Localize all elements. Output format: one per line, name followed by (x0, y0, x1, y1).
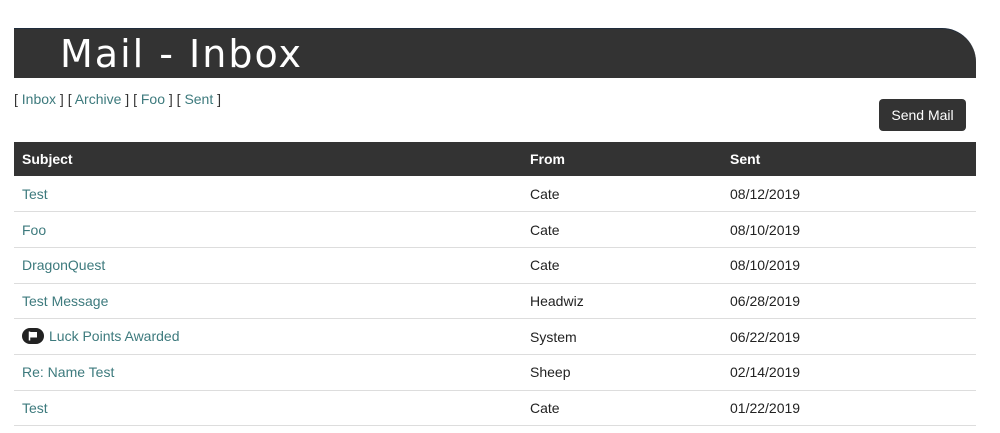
sent-cell: 01/22/2019 (722, 390, 976, 427)
send-mail-button[interactable]: Send Mail (879, 99, 966, 131)
folder-link-inbox[interactable]: Inbox (22, 91, 56, 107)
subject-cell: Test (14, 176, 522, 213)
subject-link[interactable]: Test (22, 400, 48, 416)
subject-link[interactable]: Test (22, 186, 48, 202)
column-header-sent: Sent (722, 142, 976, 176)
table-row[interactable]: Test Cate 01/22/2019 (14, 390, 976, 427)
from-cell: Cate (522, 176, 722, 213)
column-header-subject: Subject (14, 142, 522, 176)
folder-link-archive[interactable]: Archive (75, 91, 122, 107)
table-row[interactable]: Re: Name Test Sheep 02/14/2019 (14, 354, 976, 391)
sent-cell: 08/12/2019 (722, 176, 976, 213)
table-row[interactable]: Luck Points Awarded System 06/22/2019 (14, 318, 976, 355)
subject-link[interactable]: Test Message (22, 293, 108, 309)
subject-cell: DragonQuest (14, 247, 522, 284)
table-row[interactable]: Test Message Headwiz 06/28/2019 (14, 283, 976, 320)
flag-icon (22, 328, 44, 345)
folder-link-sent[interactable]: Sent (184, 91, 213, 107)
subject-link[interactable]: Re: Name Test (22, 364, 114, 380)
subject-cell: Foo (14, 211, 522, 248)
folder-nav: [ Inbox ] [ Archive ] [ Foo ] [ Sent ] (14, 91, 222, 107)
folder-link-foo[interactable]: Foo (141, 91, 165, 107)
table-row[interactable]: Foo Cate 08/10/2019 (14, 211, 976, 248)
column-header-from: From (522, 142, 722, 176)
subject-cell: Test (14, 390, 522, 427)
subject-link[interactable]: Luck Points Awarded (49, 328, 180, 344)
sent-cell: 02/14/2019 (722, 354, 976, 391)
sent-cell: 06/22/2019 (722, 318, 976, 355)
table-row[interactable]: DragonQuest Cate 08/10/2019 (14, 247, 976, 284)
subject-link[interactable]: Foo (22, 222, 46, 238)
from-cell: Headwiz (522, 283, 722, 320)
sent-cell: 06/28/2019 (722, 283, 976, 320)
page-header: Mail - Inbox (14, 28, 976, 78)
from-cell: System (522, 318, 722, 355)
subject-link[interactable]: DragonQuest (22, 257, 105, 273)
subject-cell: Luck Points Awarded (14, 318, 522, 355)
table-row[interactable]: Test Cate 08/12/2019 (14, 176, 976, 213)
subject-cell: Test Message (14, 283, 522, 320)
from-cell: Cate (522, 247, 722, 284)
page-title: Mail - Inbox (60, 32, 304, 76)
table-header-row: Subject From Sent (14, 142, 976, 176)
from-cell: Cate (522, 390, 722, 427)
mail-table: Subject From Sent Test Cate 08/12/2019 F… (14, 142, 976, 427)
sent-cell: 08/10/2019 (722, 211, 976, 248)
subject-cell: Re: Name Test (14, 354, 522, 391)
from-cell: Sheep (522, 354, 722, 391)
from-cell: Cate (522, 211, 722, 248)
sent-cell: 08/10/2019 (722, 247, 976, 284)
